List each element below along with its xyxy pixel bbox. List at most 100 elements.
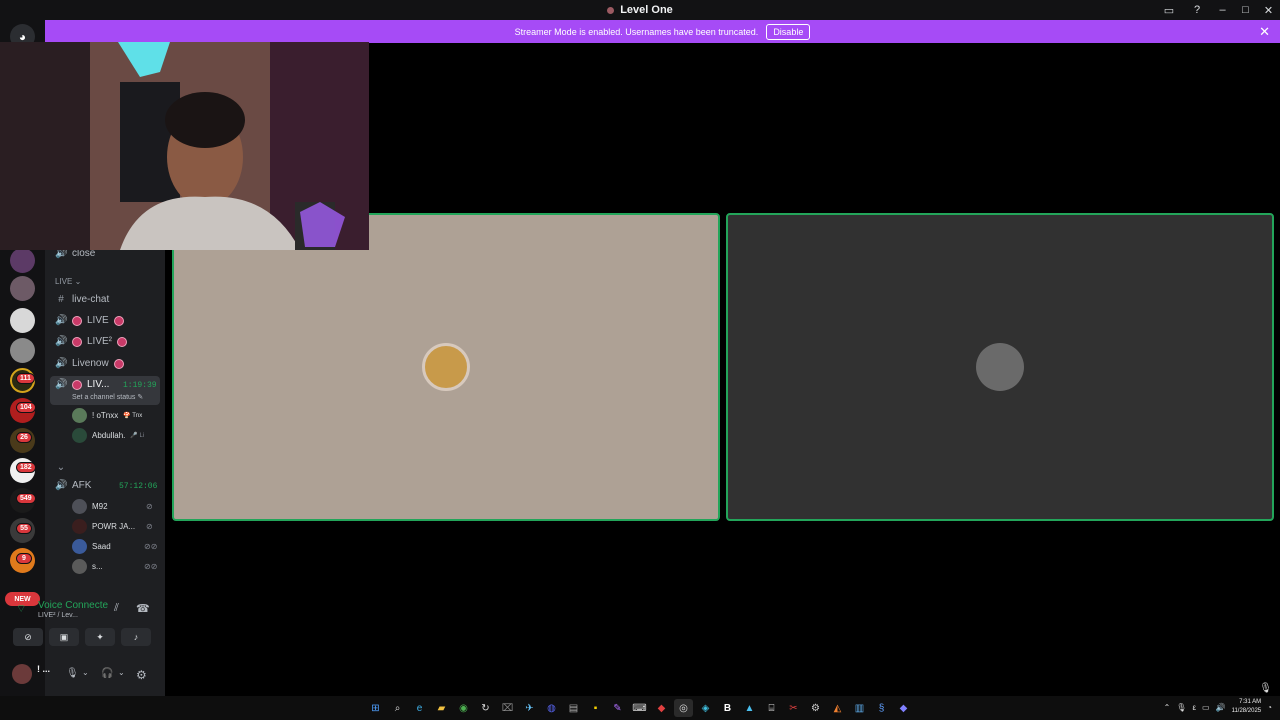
- disable-streamer-mode-button[interactable]: Disable: [766, 23, 811, 40]
- app-icon[interactable]: §: [872, 699, 891, 717]
- channel-label: live-chat: [72, 294, 110, 305]
- text-channel-icon: #: [58, 294, 64, 305]
- voice-member[interactable]: POWR JA...: [72, 519, 135, 534]
- inbox-icon[interactable]: ▭: [1155, 0, 1183, 20]
- app-icon[interactable]: ▲: [740, 699, 759, 717]
- taskbar-icons: ⊞ ⌕ e ▰ ◉ ↻ ⌧ ✈ ◍ ▤ ▪ ✎ ⌨ ◆ ◎ ◈ B ▲ ⌸ ✂ …: [366, 699, 913, 717]
- avatar: [976, 343, 1024, 391]
- signal-icon[interactable]: ⌔: [16, 602, 26, 616]
- category-live[interactable]: LIVE ⌄: [55, 277, 81, 286]
- server-icon[interactable]: [10, 308, 35, 333]
- live-dot-icon: [72, 336, 82, 347]
- soundboard-button[interactable]: ♪: [121, 628, 151, 646]
- channel-live[interactable]: 🔊 LIVE: [55, 315, 124, 326]
- headphones-icon[interactable]: 🎧: [101, 668, 113, 679]
- deafened-icon: ⊘: [146, 522, 153, 531]
- chevron-down-icon[interactable]: ⌄: [118, 668, 125, 677]
- app-icon[interactable]: ✂: [784, 699, 803, 717]
- app-icon[interactable]: ◎: [674, 699, 693, 717]
- video-tile[interactable]: [726, 213, 1274, 521]
- camera-button[interactable]: ⊘: [13, 628, 43, 646]
- keyboard-icon[interactable]: ⌨: [630, 699, 649, 717]
- app-icon[interactable]: ◈: [696, 699, 715, 717]
- channel-livenow[interactable]: 🔊 Livenow: [55, 358, 124, 369]
- close-window-button[interactable]: ✕: [1257, 0, 1280, 20]
- channel-live2[interactable]: 🔊 LIVE²: [55, 336, 128, 347]
- chevron-down-icon[interactable]: ⌄: [82, 668, 89, 677]
- microphone-icon[interactable]: 🎙: [66, 668, 79, 679]
- gear-icon[interactable]: ⚙: [136, 668, 147, 682]
- steam-icon[interactable]: ✈: [520, 699, 539, 717]
- channel-label: LIVE: [87, 315, 109, 326]
- app-icon[interactable]: ◭: [828, 699, 847, 717]
- folder-icon[interactable]: ▰: [432, 699, 451, 717]
- server-icon[interactable]: [10, 338, 35, 363]
- app-icon[interactable]: ✎: [608, 699, 627, 717]
- streamer-mode-message: Streamer Mode is enabled. Usernames have…: [514, 26, 759, 37]
- live-dot-icon: [113, 358, 124, 369]
- notification-icon[interactable]: ◔: [1267, 703, 1272, 712]
- maximize-button[interactable]: □: [1234, 0, 1257, 20]
- channel-status-prompt[interactable]: Set a channel status ✎: [72, 393, 143, 401]
- voice-member[interactable]: s...: [72, 559, 103, 574]
- channel-active[interactable]: 🔊 LIV...: [55, 379, 109, 390]
- noise-suppression-icon[interactable]: ⫽: [114, 602, 119, 615]
- channel-live-chat[interactable]: # live-chat: [55, 294, 109, 305]
- live-dot-icon: [113, 315, 124, 326]
- microphone-icon[interactable]: 🎙: [1259, 683, 1272, 694]
- discord-icon[interactable]: ◍: [542, 699, 561, 717]
- channel-afk[interactable]: 🔊 AFK: [55, 480, 91, 491]
- microphone-icon[interactable]: 🎙: [1176, 703, 1186, 712]
- windows-start-icon[interactable]: ⊞: [366, 699, 385, 717]
- close-icon[interactable]: ✕: [1259, 24, 1270, 40]
- video-tile[interactable]: [172, 213, 720, 521]
- unread-badge: 55: [16, 523, 32, 534]
- avatar: [72, 408, 87, 423]
- settings-icon[interactable]: ⚙: [806, 699, 825, 717]
- server-icon[interactable]: [10, 248, 35, 273]
- search-icon[interactable]: ⌕: [388, 699, 407, 717]
- user-name: ! ...: [37, 664, 50, 674]
- notepad-icon[interactable]: ▥: [850, 699, 869, 717]
- voice-channel-path[interactable]: LIVE² / Lev...: [38, 612, 78, 619]
- help-icon[interactable]: ?: [1183, 0, 1211, 20]
- volume-icon[interactable]: 🔊: [1216, 703, 1226, 712]
- clock[interactable]: 7:31 AM 11/28/2025: [1232, 698, 1262, 716]
- app-icon[interactable]: ▤: [564, 699, 583, 717]
- avatar: [422, 343, 470, 391]
- avatar[interactable]: [12, 664, 32, 684]
- app-icon[interactable]: ⌸: [762, 699, 781, 717]
- live-dot-icon: [72, 379, 82, 390]
- app-icon[interactable]: B: [718, 699, 737, 717]
- server-icon[interactable]: [10, 276, 35, 301]
- app-icon[interactable]: ◆: [652, 699, 671, 717]
- avatar: [72, 539, 87, 554]
- activities-button[interactable]: ✦: [85, 628, 115, 646]
- screen-share-button[interactable]: ▣: [49, 628, 79, 646]
- display-icon[interactable]: ▭: [1202, 703, 1210, 712]
- edge-icon[interactable]: e: [410, 699, 429, 717]
- chevron-up-icon[interactable]: ⌃: [1164, 703, 1171, 712]
- sticky-notes-icon[interactable]: ▪: [586, 699, 605, 717]
- voice-member[interactable]: Abdullah. 🎤 Li: [72, 428, 144, 443]
- avatar: [72, 559, 87, 574]
- collapsed-category[interactable]: ⌄: [55, 462, 67, 473]
- voice-member[interactable]: Saad: [72, 539, 111, 554]
- chrome-icon[interactable]: ◉: [454, 699, 473, 717]
- member-name: M92: [92, 502, 108, 511]
- webcam-overlay: [0, 42, 369, 250]
- streamer-mode-bar: Streamer Mode is enabled. Usernames have…: [45, 20, 1280, 43]
- disconnect-icon[interactable]: ☎: [136, 602, 150, 615]
- app-icon[interactable]: ↻: [476, 699, 495, 717]
- channel-label: Livenow: [72, 358, 109, 369]
- live-dot-icon: [72, 315, 82, 326]
- voice-member[interactable]: ! oTnxx 🍄 Tnx: [72, 408, 142, 423]
- taskbar: ⊞ ⌕ e ▰ ◉ ↻ ⌧ ✈ ◍ ▤ ▪ ✎ ⌨ ◆ ◎ ◈ B ▲ ⌸ ✂ …: [0, 696, 1280, 720]
- app-icon[interactable]: ⌧: [498, 699, 517, 717]
- app-icon[interactable]: ◆: [894, 699, 913, 717]
- category-icon: ⌄: [56, 462, 66, 473]
- voice-member[interactable]: M92: [72, 499, 108, 514]
- language-icon[interactable]: ε: [1192, 703, 1196, 712]
- live-dot-icon: [117, 336, 128, 347]
- minimize-button[interactable]: –: [1211, 0, 1234, 20]
